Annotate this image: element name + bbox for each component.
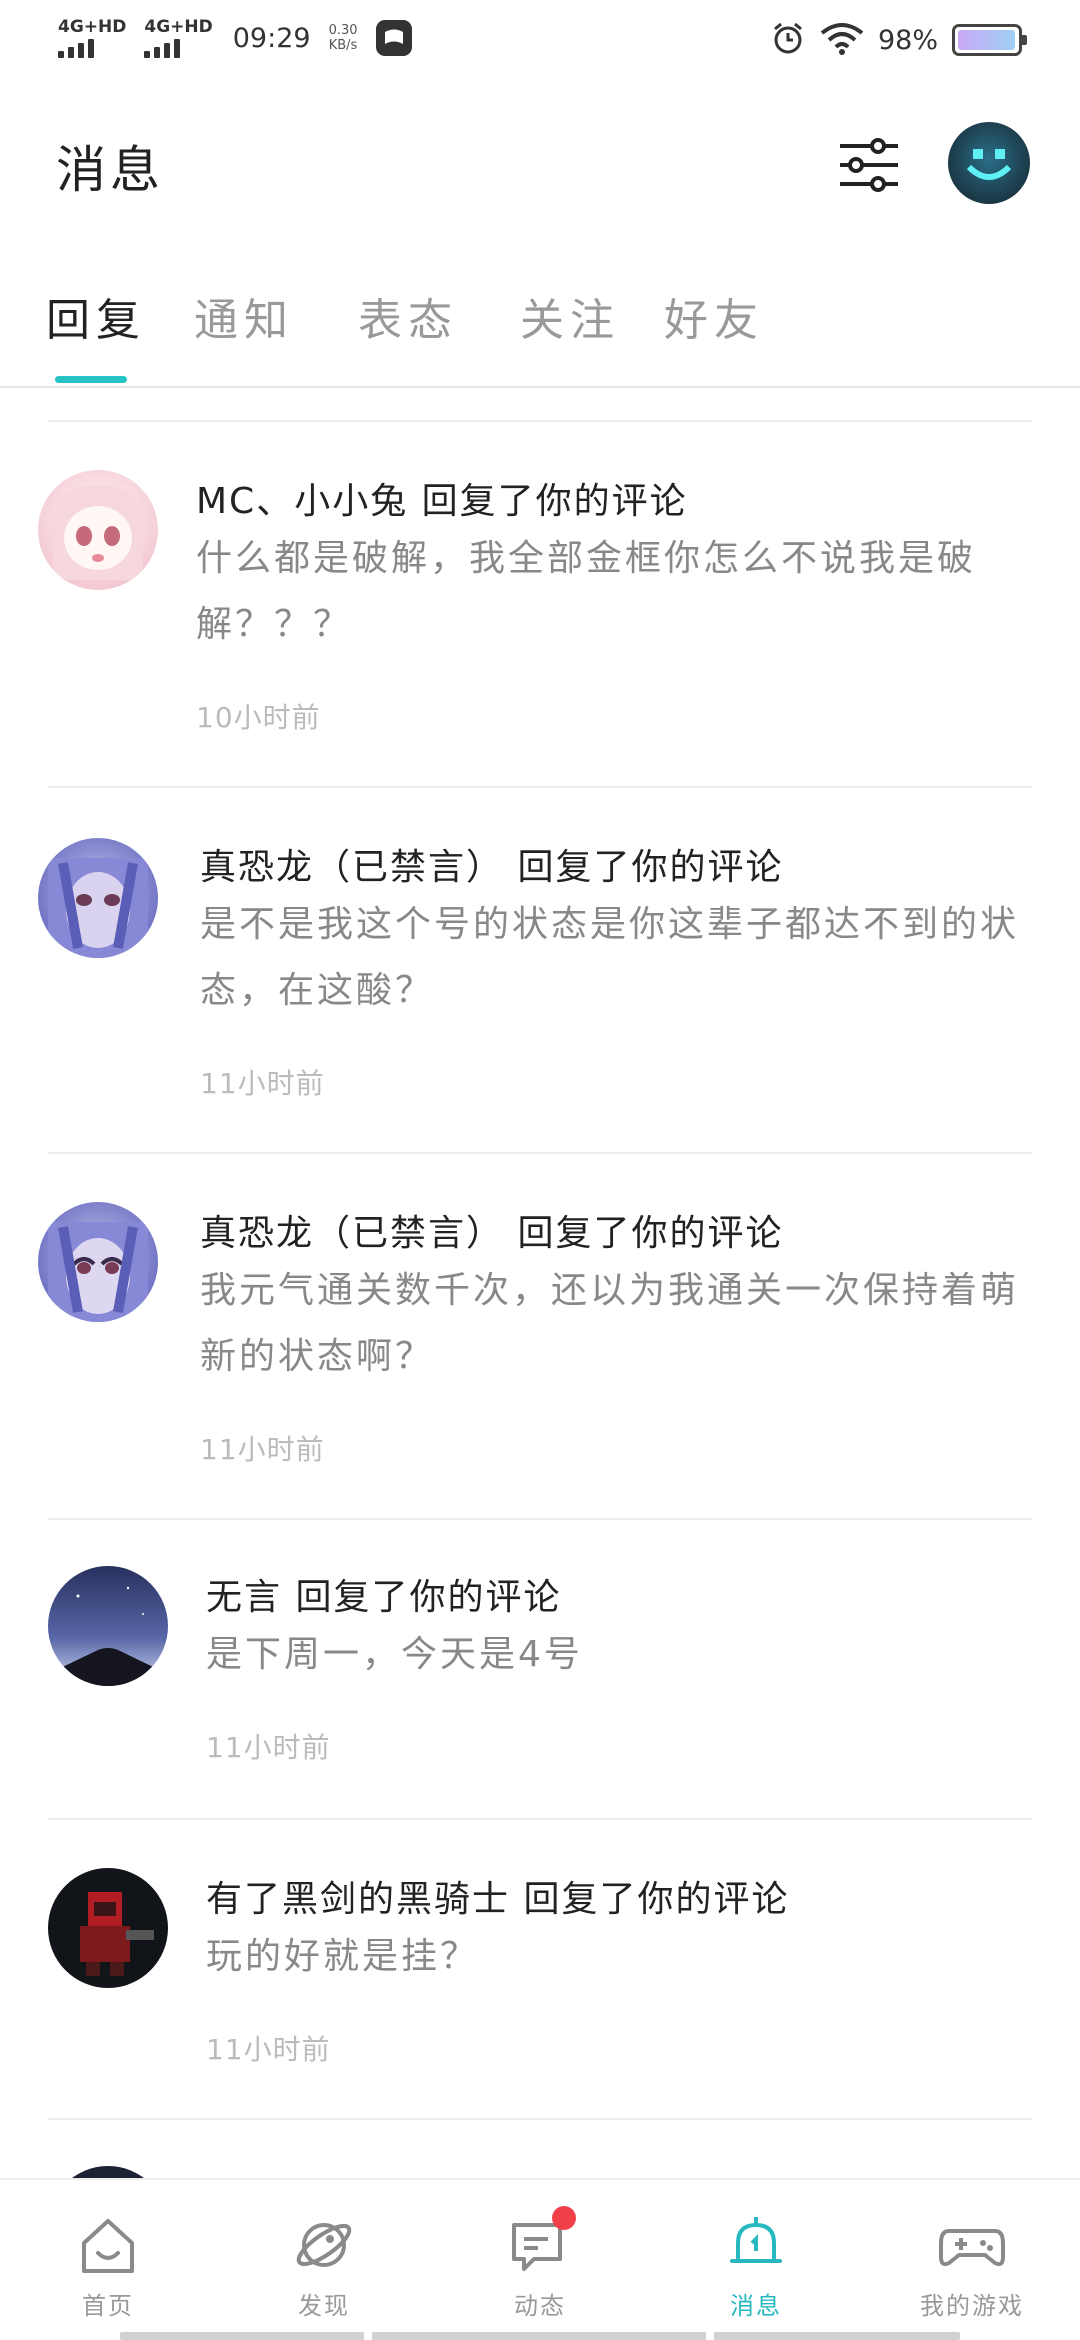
page-title: 消息	[56, 141, 164, 199]
message-body: 玩的好就是挂？	[206, 1936, 480, 1977]
nav-label: 首页	[82, 2292, 134, 2320]
tab-reactions[interactable]: 表态	[358, 284, 458, 348]
home-icon	[82, 2219, 134, 2273]
message-item[interactable]: 真恐龙（已禁言） 回复了你的评论 我元气通关数千次，还以为我通关一次保持着萌新的…	[38, 1154, 1032, 1520]
message-time: 11小时前	[200, 1433, 325, 1466]
nav-my-games[interactable]: 我的游戏	[902, 2210, 1042, 2321]
message-body: 我元气通关数千次，还以为我通关一次保持着萌新的状态啊？	[200, 1270, 1020, 1377]
message-time: 11小时前	[206, 2033, 331, 2066]
message-time: 11小时前	[200, 1067, 325, 1100]
nav-messages[interactable]: 消息	[686, 2210, 826, 2321]
message-body: 是不是我这个号的状态是你这辈子都达不到的状态，在这酸？	[200, 904, 1020, 1011]
gesture-bar	[0, 2332, 1080, 2340]
message-title: 真恐龙（已禁言） 回复了你的评论	[200, 1213, 784, 1254]
signal-sim2: 4G+HD	[144, 17, 213, 58]
bottom-nav: 首页 发现 动态 消息 我的游戏	[0, 2178, 1080, 2340]
signal-bars-icon	[144, 38, 181, 58]
notification-app-icon	[375, 20, 412, 56]
filter-button[interactable]	[836, 134, 902, 200]
nav-home[interactable]: 首页	[38, 2210, 178, 2321]
user-avatar[interactable]	[48, 1868, 168, 1988]
message-body: 什么都是破解，我全部金框你怎么不说我是破解？？？	[196, 538, 977, 645]
clock: 09:29	[232, 22, 311, 54]
signal-sim1: 4G+HD	[58, 18, 126, 58]
tab-bar: 回复 通知 表态 关注 好友	[0, 270, 1080, 388]
user-avatar[interactable]	[38, 1202, 158, 1322]
alarm-icon	[770, 20, 806, 60]
network-speed-value: 0.30	[328, 23, 358, 38]
signal-bars-icon	[58, 38, 94, 58]
wifi-icon	[820, 21, 864, 59]
battery-icon	[952, 24, 1027, 56]
user-avatar[interactable]	[48, 1566, 168, 1686]
message-body: 是下周一，今天是4号	[206, 1634, 583, 1675]
message-item[interactable]: 无言 回复了你的评论 是下周一，今天是4号 11小时前	[48, 1520, 1032, 1820]
nav-activity[interactable]: 动态	[470, 2206, 610, 2321]
nav-label: 消息	[730, 2292, 782, 2320]
message-item[interactable]: MC、小小兔 回复了你的评论 什么都是破解，我全部金框你怎么不说我是破解？？？ …	[38, 420, 1032, 788]
unread-badge	[552, 2206, 576, 2230]
network-speed-unit: KB/s	[328, 38, 358, 53]
active-tab-indicator	[55, 376, 127, 383]
message-title: 真恐龙（已禁言） 回复了你的评论	[200, 847, 784, 888]
network-type-label: 4G+HD	[58, 17, 127, 37]
message-title: 有了黑剑的黑骑士 回复了你的评论	[206, 1879, 790, 1920]
network-speed: 0.30 KB/s	[329, 23, 358, 53]
status-bar: 4G+HD 4G+HD 09:29 0.30 KB/s 98%	[0, 0, 1080, 80]
nav-label: 动态	[514, 2292, 566, 2320]
header: 消息	[0, 110, 1080, 220]
tab-follows[interactable]: 关注	[520, 284, 620, 348]
network-type-label: 4G+HD	[144, 17, 213, 37]
nav-label: 我的游戏	[920, 2292, 1024, 2320]
planet-icon	[296, 2223, 352, 2267]
profile-avatar[interactable]	[948, 122, 1030, 204]
tab-friends[interactable]: 好友	[664, 284, 764, 348]
tab-notifications[interactable]: 通知	[194, 284, 294, 348]
user-avatar[interactable]	[38, 470, 158, 590]
message-item[interactable]: 有了黑剑的黑骑士 回复了你的评论 玩的好就是挂？ 11小时前	[48, 1820, 1032, 2120]
message-time: 10小时前	[196, 701, 321, 734]
user-avatar[interactable]	[38, 838, 158, 958]
message-item[interactable]: 真恐龙（已禁言） 回复了你的评论 是不是我这个号的状态是你这辈子都达不到的状态，…	[38, 788, 1032, 1154]
nav-label: 发现	[298, 2292, 350, 2320]
battery-percent: 98%	[877, 24, 938, 56]
message-title: 无言 回复了你的评论	[206, 1577, 562, 1618]
message-item-partial[interactable]	[48, 2120, 1032, 2286]
smiley-face-icon	[966, 149, 1012, 180]
gamepad-icon	[939, 2229, 1005, 2267]
sliders-icon	[838, 134, 900, 200]
message-title: MC、小小兔 回复了你的评论	[196, 481, 688, 522]
tab-replies[interactable]: 回复	[46, 284, 146, 348]
nav-discover[interactable]: 发现	[254, 2210, 394, 2321]
message-time: 11小时前	[206, 1731, 331, 1764]
bell-icon	[730, 2217, 782, 2263]
